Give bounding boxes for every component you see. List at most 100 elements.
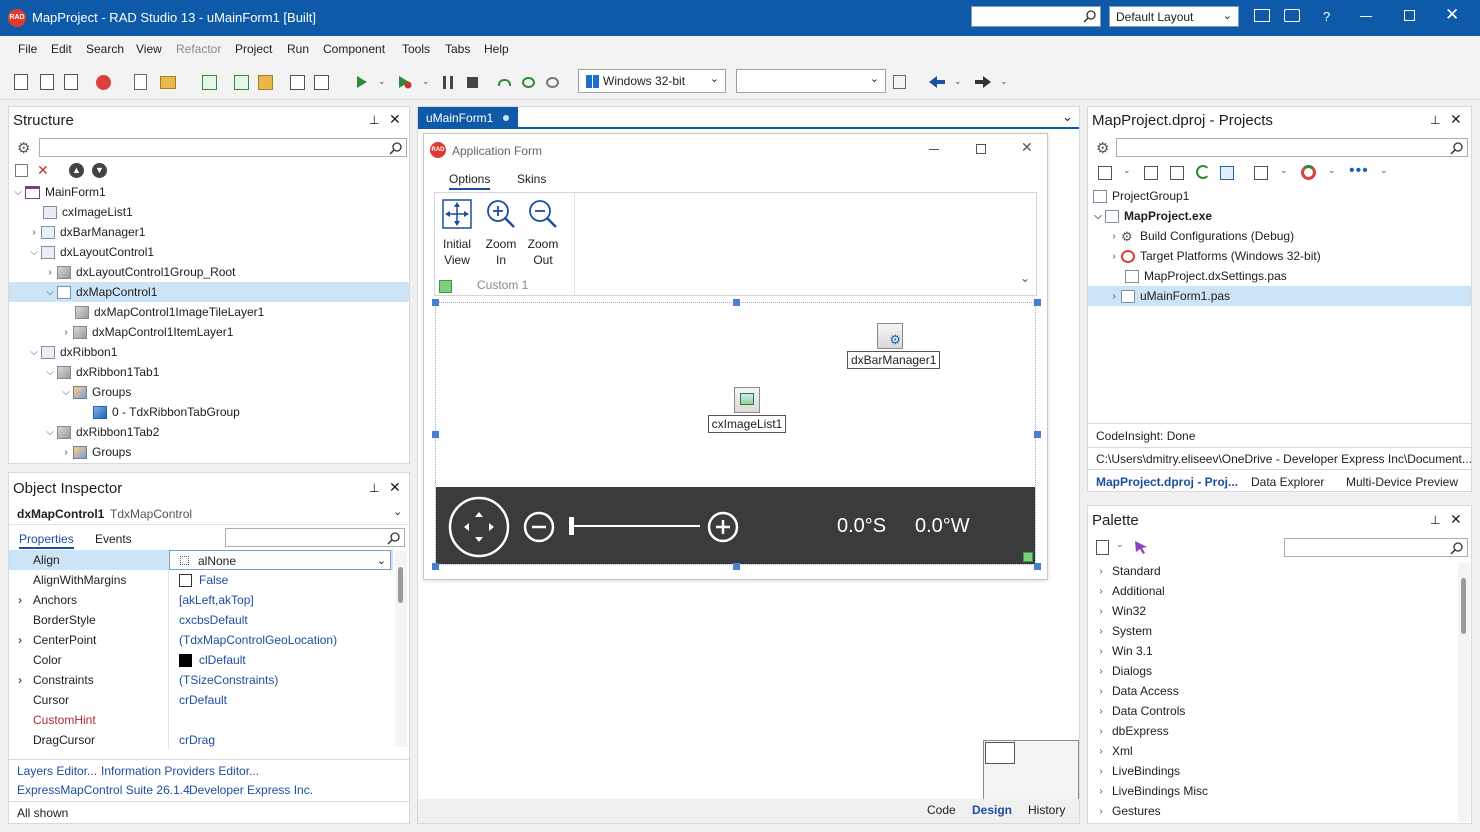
menu-tools[interactable]: Tools: [402, 42, 430, 56]
close-icon[interactable]: ✕: [1450, 111, 1462, 128]
zoom-in-map-icon[interactable]: [707, 511, 739, 543]
tree-item[interactable]: ⌵ dxRibbon1: [9, 342, 409, 362]
tree-item[interactable]: ⌵ dxRibbon1Tab2: [9, 422, 409, 442]
stop-icon[interactable]: [467, 77, 478, 88]
chevron-right-icon[interactable]: ›: [1094, 646, 1108, 657]
add-to-project-icon[interactable]: [290, 75, 305, 90]
ribbon-tab-skins[interactable]: Skins: [517, 172, 546, 186]
property-row[interactable]: AlignWithMargins False: [9, 570, 393, 590]
image-list-component[interactable]: cxImageList1: [707, 387, 787, 433]
chevron-down-icon[interactable]: ⌵: [11, 187, 25, 198]
property-row[interactable]: Cursor crDefault: [9, 690, 393, 710]
tree-item-selected[interactable]: ⌵ dxMapControl1: [9, 282, 409, 302]
scrollbar-thumb[interactable]: [1461, 578, 1466, 634]
chevron-right-icon[interactable]: ›: [1094, 746, 1108, 757]
platform-icon[interactable]: [1301, 165, 1316, 180]
palette-search-input[interactable]: [1284, 538, 1468, 557]
platform-select[interactable]: Windows 32-bit ⌄: [578, 69, 726, 93]
chevron-right-icon[interactable]: ›: [1094, 666, 1108, 677]
pan-control-icon[interactable]: [448, 496, 510, 558]
tree-item[interactable]: ProjectGroup1: [1088, 186, 1471, 206]
forward-dropdown-icon[interactable]: ⌄: [1000, 76, 1008, 87]
getit-icon[interactable]: [96, 75, 111, 90]
suite-link[interactable]: ExpressMapControl Suite 26.1.4: [17, 783, 190, 797]
menu-search[interactable]: Search: [86, 42, 124, 56]
selection-handle[interactable]: [1034, 299, 1041, 306]
forward-arrow-icon[interactable]: [974, 75, 992, 89]
zoom-out-map-icon[interactable]: [523, 511, 555, 543]
inspector-search-input[interactable]: [225, 528, 405, 547]
pin-icon[interactable]: ⊥: [369, 113, 379, 127]
zoom-out-button[interactable]: Zoom Out: [525, 197, 561, 267]
chevron-right-icon[interactable]: ›: [18, 670, 22, 690]
palette-category[interactable]: › Additional: [1088, 581, 1456, 601]
new-items-icon[interactable]: [14, 74, 28, 90]
run-icon[interactable]: [356, 75, 368, 89]
sync-icon[interactable]: [1196, 165, 1210, 179]
close-button[interactable]: ✕: [1021, 139, 1033, 156]
more-options-icon[interactable]: •••: [1349, 162, 1369, 180]
palette-category[interactable]: › Win32: [1088, 601, 1456, 621]
menu-run[interactable]: Run: [287, 42, 309, 56]
chevron-right-icon[interactable]: ›: [43, 267, 57, 278]
tab-events[interactable]: Events: [95, 532, 132, 546]
new-item-icon[interactable]: [15, 164, 28, 177]
chevron-right-icon[interactable]: ›: [1094, 806, 1108, 817]
property-row-align[interactable]: Align alNone ⌄: [9, 550, 393, 570]
property-row[interactable]: DragCursor crDrag: [9, 730, 393, 750]
tree-item[interactable]: ⌵ MapProject.exe: [1088, 206, 1471, 226]
palette-category[interactable]: › Data Access: [1088, 681, 1456, 701]
move-up-icon[interactable]: ▲: [69, 163, 84, 178]
tree-item[interactable]: › Target Platforms (Windows 32-bit): [1088, 246, 1471, 266]
menu-edit[interactable]: Edit: [51, 42, 72, 56]
help-button[interactable]: ?: [1323, 9, 1330, 24]
palette-category[interactable]: › Xml: [1088, 741, 1456, 761]
desktop-icon[interactable]: [1254, 9, 1270, 22]
chevron-right-icon[interactable]: ›: [18, 590, 22, 610]
close-button[interactable]: ✕: [1445, 5, 1459, 25]
group-launcher-icon[interactable]: [439, 280, 452, 293]
vendor-link[interactable]: Developer Express Inc.: [189, 783, 313, 797]
property-row[interactable]: BorderStyle cxcbsDefault: [9, 610, 393, 630]
open-icon[interactable]: [40, 74, 54, 90]
ribbon-collapse-icon[interactable]: ⌄: [1020, 271, 1030, 285]
selection-handle[interactable]: [733, 299, 740, 306]
chevron-right-icon[interactable]: ›: [1094, 566, 1108, 577]
tree-item[interactable]: ⌵ dxRibbon1Tab1: [9, 362, 409, 382]
reopen-icon[interactable]: [64, 74, 78, 90]
palette-category[interactable]: › Dialogs: [1088, 661, 1456, 681]
gear-icon[interactable]: ⚙: [17, 139, 30, 157]
tree-item[interactable]: › ⚙ Build Configurations (Debug): [1088, 226, 1471, 246]
tree-item[interactable]: › Groups: [9, 442, 409, 462]
palette-category[interactable]: › System: [1088, 621, 1456, 641]
object-selector[interactable]: dxMapControl1 TdxMapControl ⌄: [9, 503, 409, 525]
tree-item[interactable]: ⌵ Groups: [9, 382, 409, 402]
palette-scrollbar[interactable]: [1458, 562, 1470, 822]
chevron-right-icon[interactable]: ›: [1094, 706, 1108, 717]
selection-handle[interactable]: [432, 299, 439, 306]
chevron-right-icon[interactable]: ›: [18, 630, 22, 650]
chevron-right-icon[interactable]: ›: [1094, 726, 1108, 737]
palette-category[interactable]: › LiveBindings Misc: [1088, 781, 1456, 801]
tab-code[interactable]: Code: [927, 803, 956, 817]
close-icon[interactable]: ✕: [1450, 511, 1462, 528]
minimap-viewport[interactable]: [985, 742, 1015, 764]
menu-file[interactable]: File: [18, 42, 37, 56]
projects-search-input[interactable]: [1116, 138, 1468, 157]
minimize-button[interactable]: [1360, 16, 1372, 17]
new-component-icon[interactable]: [1096, 540, 1109, 555]
chevron-right-icon[interactable]: ›: [1107, 291, 1121, 302]
run-to-cursor-icon[interactable]: [546, 77, 559, 88]
feedback-icon[interactable]: [1284, 9, 1300, 22]
chevron-down-icon[interactable]: ⌵: [27, 347, 41, 358]
close-icon[interactable]: ✕: [389, 479, 401, 496]
palette-category[interactable]: › Standard: [1088, 561, 1456, 581]
chevron-right-icon[interactable]: ›: [1094, 686, 1108, 697]
open-folder-icon[interactable]: [160, 76, 176, 89]
chevron-down-icon[interactable]: ⌵: [27, 247, 41, 258]
zoom-slider-track[interactable]: [570, 525, 700, 527]
close-icon[interactable]: ✕: [389, 111, 401, 128]
menu-tabs[interactable]: Tabs: [445, 42, 470, 56]
activate-icon[interactable]: [1098, 166, 1112, 180]
menu-component[interactable]: Component: [323, 42, 385, 56]
